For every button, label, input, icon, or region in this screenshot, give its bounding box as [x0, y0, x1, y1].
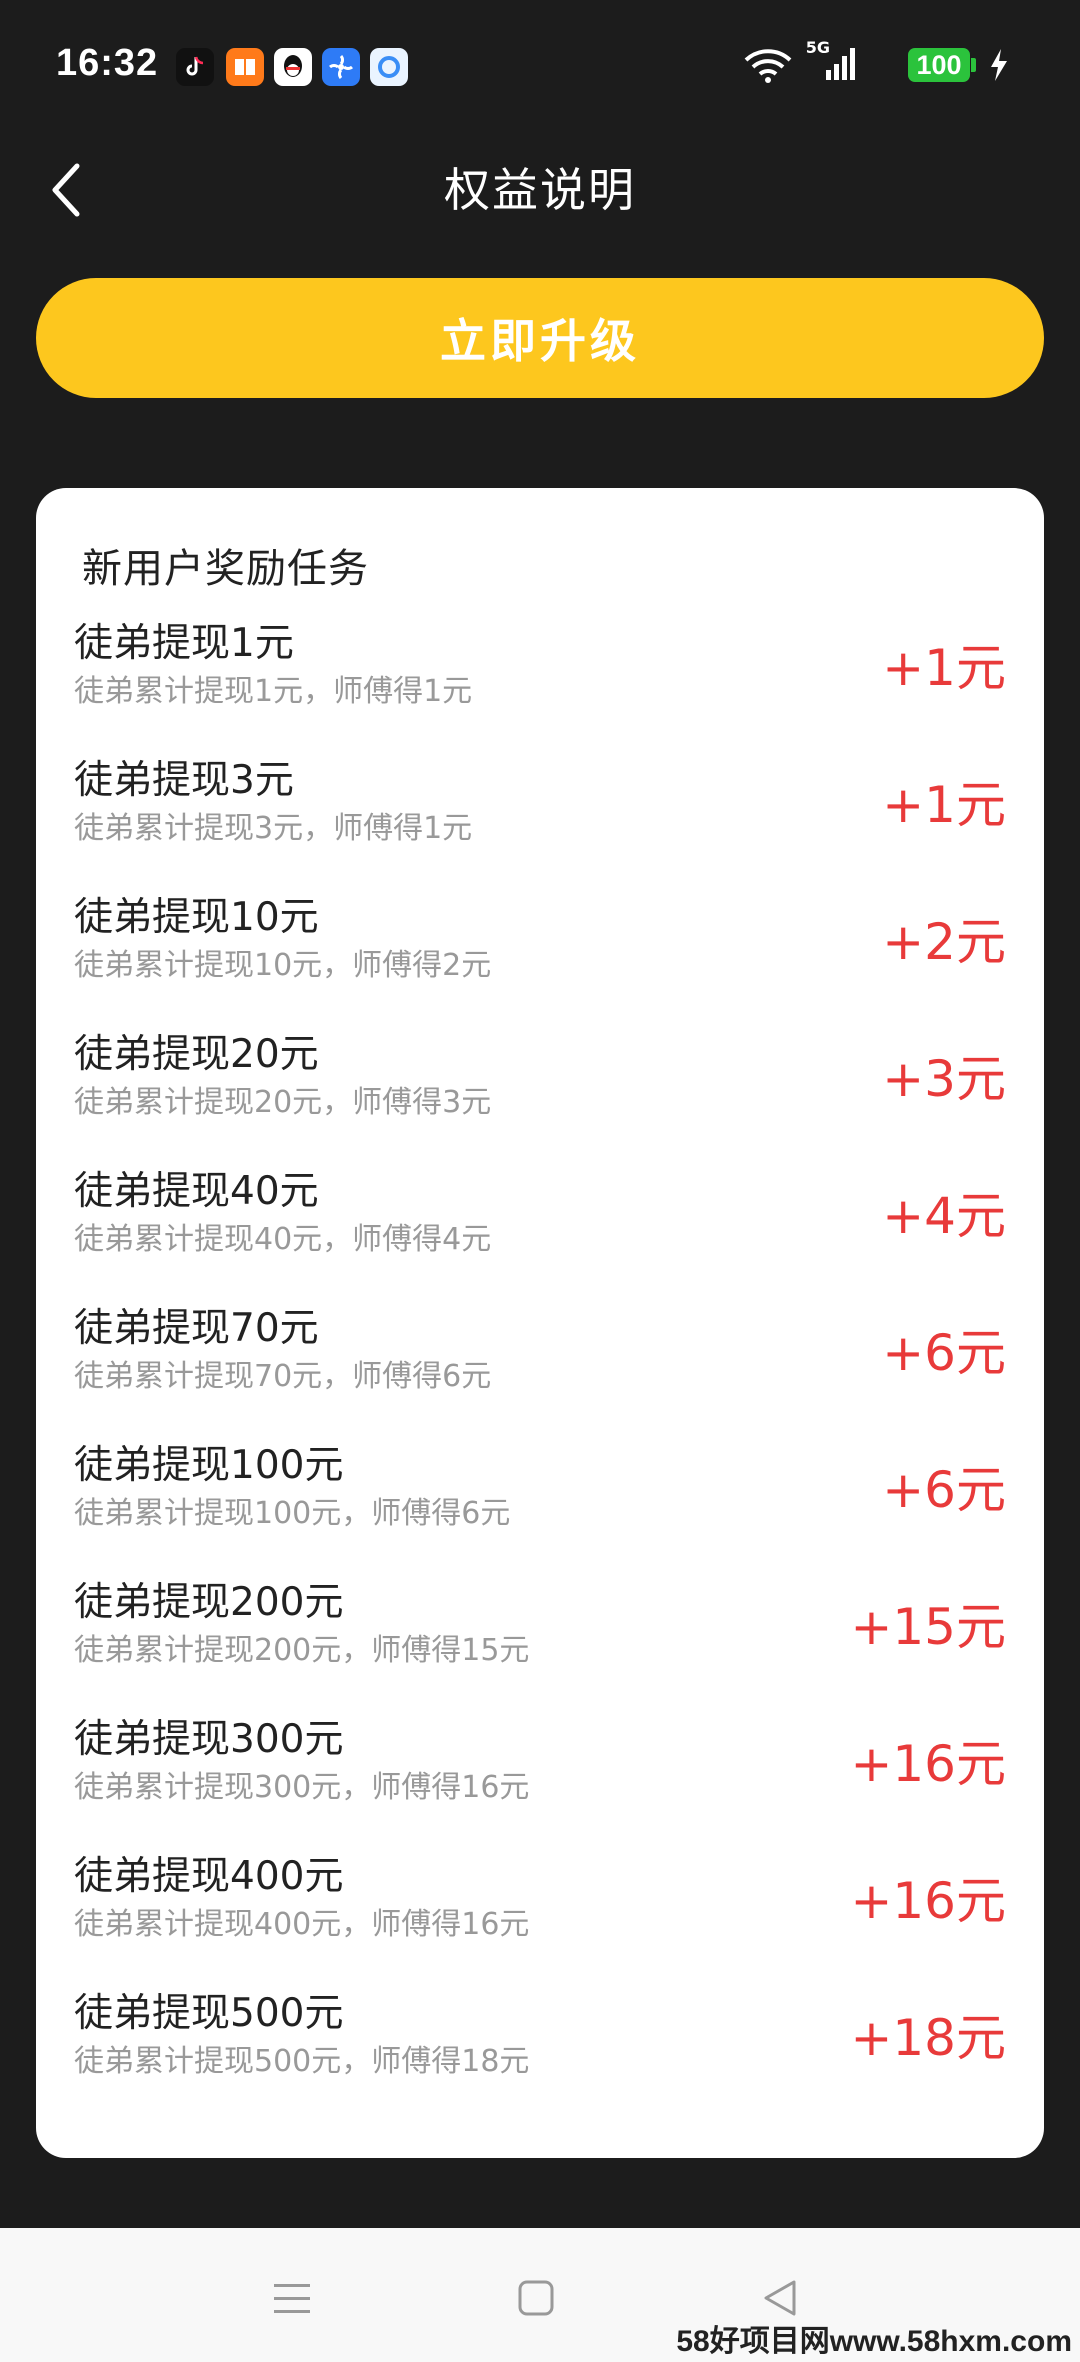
system-nav-bar: 58好项目网www.58hxm.com: [0, 2228, 1080, 2362]
task-name: 徒弟提现100元: [74, 1443, 344, 1488]
task-name: 徒弟提现20元: [74, 1032, 319, 1077]
battery-tip: [971, 58, 976, 72]
task-row: 徒弟提现100元徒弟累计提现100元，师傅得6元 +6元: [36, 1440, 1044, 1577]
task-row: 徒弟提现500元徒弟累计提现500元，师傅得18元 +18元: [36, 1988, 1044, 2125]
status-indicators: 5G 100: [616, 38, 1016, 88]
task-reward: +6元: [882, 1324, 1006, 1382]
task-name: 徒弟提现1元: [74, 621, 294, 666]
task-description: 徒弟累计提现500元，师傅得18元: [74, 2044, 530, 2079]
task-name: 徒弟提现70元: [74, 1306, 319, 1351]
task-name: 徒弟提现400元: [74, 1854, 344, 1899]
task-list: 徒弟提现1元 徒弟累计提现1元，师傅得1元 +1元 徒弟提现3元 徒弟累计提现3元，师傅…: [36, 618, 1044, 2125]
task-reward: +2元: [882, 913, 1006, 971]
browser-icon: [370, 48, 408, 86]
card-title: 新用户奖励任务: [82, 546, 369, 592]
status-bar: 16:32 5G 100: [0, 0, 1080, 130]
signal-icon: [826, 48, 855, 80]
task-reward: +16元: [850, 1735, 1006, 1793]
task-name: 徒弟提现300元: [74, 1717, 344, 1762]
task-reward: +18元: [850, 2009, 1006, 2067]
task-row: 徒弟提现200元徒弟累计提现200元，师傅得15元 +15元: [36, 1577, 1044, 1714]
books-icon: [226, 48, 264, 86]
task-description: 徒弟累计提现400元，师傅得16元: [74, 1907, 530, 1942]
back-triangle-icon: [764, 2280, 796, 2316]
task-row: 徒弟提现1元徒弟累计提现1元，师傅得1元 +1元: [36, 618, 1044, 755]
task-description: 徒弟累计提现100元，师傅得6元: [74, 1496, 511, 1531]
task-reward: +4元: [882, 1187, 1006, 1245]
task-row: 徒弟提现10元徒弟累计提现10元，师傅得2元 +2元: [36, 892, 1044, 1029]
header: 权益说明: [0, 140, 1080, 240]
charging-icon: [991, 49, 1007, 81]
upgrade-now-button[interactable]: 立即升级: [36, 278, 1044, 398]
task-row: 徒弟提现20元徒弟累计提现20元，师傅得3元 +3元: [36, 1029, 1044, 1166]
home-button[interactable]: [496, 2258, 576, 2338]
qq-icon: [274, 48, 312, 86]
task-reward: +15元: [850, 1598, 1006, 1656]
home-icon: [518, 2280, 554, 2316]
task-description: 徒弟累计提现40元，师傅得4元: [74, 1222, 492, 1257]
fan-icon: [322, 48, 360, 86]
task-name: 徒弟提现10元: [74, 895, 319, 940]
task-reward: +3元: [882, 1050, 1006, 1108]
task-row: 徒弟提现3元徒弟累计提现3元，师傅得1元 +1元: [36, 755, 1044, 892]
task-name: 徒弟提现40元: [74, 1169, 319, 1214]
task-reward: +16元: [850, 1872, 1006, 1930]
tiktok-icon: [176, 48, 214, 86]
task-name: 徒弟提现500元: [74, 1991, 344, 2036]
wifi-icon: [744, 49, 792, 83]
status-time: 16:32: [56, 42, 159, 84]
task-description: 徒弟累计提现200元，师傅得15元: [74, 1633, 530, 1668]
task-description: 徒弟累计提现1元，师傅得1元: [74, 674, 473, 709]
task-description: 徒弟累计提现300元，师傅得16元: [74, 1770, 530, 1805]
task-reward: +1元: [882, 776, 1006, 834]
watermark: 58好项目网www.58hxm.com: [676, 2325, 1072, 2358]
page-title: 权益说明: [444, 163, 636, 217]
task-row: 徒弟提现400元徒弟累计提现400元，师傅得16元 +16元: [36, 1851, 1044, 1988]
menu-button[interactable]: [252, 2258, 332, 2338]
menu-icon: [274, 2284, 310, 2313]
task-name: 徒弟提现3元: [74, 758, 294, 803]
task-description: 徒弟累计提现3元，师傅得1元: [74, 811, 473, 846]
task-description: 徒弟累计提现70元，师傅得6元: [74, 1359, 492, 1394]
task-description: 徒弟累计提现20元，师傅得3元: [74, 1085, 492, 1120]
battery-indicator: 100: [908, 48, 970, 82]
task-row: 徒弟提现40元徒弟累计提现40元，师傅得4元 +4元: [36, 1166, 1044, 1303]
task-row: 徒弟提现70元徒弟累计提现70元，师傅得6元 +6元: [36, 1303, 1044, 1440]
task-row: 徒弟提现300元徒弟累计提现300元，师傅得16元 +16元: [36, 1714, 1044, 1851]
task-name: 徒弟提现200元: [74, 1580, 344, 1625]
task-description: 徒弟累计提现10元，师傅得2元: [74, 948, 492, 983]
task-reward: +1元: [882, 639, 1006, 697]
task-reward: +6元: [882, 1461, 1006, 1519]
reward-card: 新用户奖励任务 徒弟提现1元 徒弟累计提现1元，师傅得1元 +1元 徒弟提现3元 徒弟累…: [36, 488, 1044, 2158]
